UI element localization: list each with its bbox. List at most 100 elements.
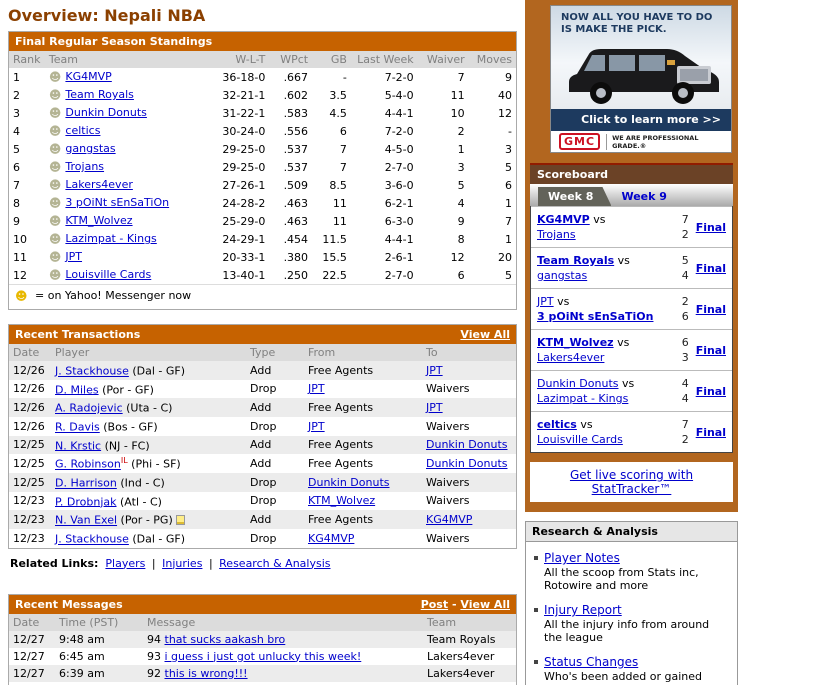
tab-week-8[interactable]: Week 8	[538, 187, 611, 206]
message-link[interactable]: i guess i just got unlucky this week!	[165, 650, 362, 663]
vs-label: vs	[617, 336, 629, 349]
to-team[interactable]: Waivers	[426, 494, 470, 507]
team-link[interactable]: KTM_Wolvez	[65, 214, 132, 227]
transaction-row: 12/25 N. Krstic (NJ - FC) Add Free Agent…	[9, 436, 516, 455]
research-item-link[interactable]: Injury Report	[544, 603, 622, 617]
player-link[interactable]: G. Robinson	[55, 458, 121, 471]
matchup-team1-link[interactable]: KTM_Wolvez	[537, 336, 614, 349]
standings-row: 11 ☻JPT 20-33-1 .380 15.5 2-6-1 12 20	[9, 248, 516, 266]
col-player: Player	[51, 344, 246, 361]
from-team[interactable]: Dunkin Donuts	[308, 476, 390, 489]
team-link[interactable]: Team Royals	[65, 88, 134, 101]
matchup-team2-link[interactable]: Louisville Cards	[537, 433, 623, 446]
player-link[interactable]: R. Davis	[55, 421, 100, 434]
from-team[interactable]: KG4MVP	[308, 532, 354, 545]
messenger-offline-icon: ☻	[49, 196, 62, 210]
related-link[interactable]: Research & Analysis	[219, 557, 330, 570]
waiver-cell: 2	[418, 122, 469, 140]
messages-view-all-link[interactable]: View All	[460, 598, 510, 611]
to-team[interactable]: KG4MVP	[426, 513, 472, 526]
matchup-team2-link[interactable]: Lakers4ever	[537, 351, 604, 364]
to-team[interactable]: Waivers	[426, 532, 470, 545]
team-link[interactable]: Lazimpat - Kings	[65, 232, 156, 245]
player-detail: (Phi - SF)	[131, 458, 181, 471]
team-link[interactable]: 3 pOiNt sEnSaTiOn	[65, 196, 169, 209]
to-team[interactable]: JPT	[426, 364, 443, 377]
stattracker-link[interactable]: Get live scoring with StatTracker™	[570, 468, 693, 496]
player-link[interactable]: D. Miles	[55, 383, 99, 396]
message-row: 12/27 9:48 am 94 that sucks aakash bro T…	[9, 631, 516, 648]
player-link[interactable]: P. Drobnjak	[55, 495, 117, 508]
team-link[interactable]: Lakers4ever	[65, 178, 132, 191]
from-team[interactable]: Free Agents	[308, 457, 373, 470]
team-link[interactable]: JPT	[65, 250, 82, 263]
player-link[interactable]: A. Radojevic	[55, 402, 123, 415]
team-link[interactable]: Trojans	[65, 160, 104, 173]
from-team[interactable]: KTM_Wolvez	[308, 494, 375, 507]
to-team[interactable]: Waivers	[426, 382, 470, 395]
final-link[interactable]: Final	[696, 344, 726, 357]
matchup-team2-link[interactable]: 3 pOiNt sEnSaTiOn	[537, 310, 653, 323]
lastweek-cell: 3-6-0	[351, 176, 418, 194]
player-link[interactable]: N. Van Exel	[55, 514, 117, 527]
related-link[interactable]: Injuries	[162, 557, 202, 570]
team-cell: ☻Team Royals	[45, 86, 213, 104]
transactions-rows: 12/26 J. Stackhouse (Dal - GF) Add Free …	[9, 361, 516, 548]
to-team[interactable]: JPT	[426, 401, 443, 414]
team-cell: ☻gangstas	[45, 140, 213, 158]
transaction-row: 12/23 N. Van Exel (Por - PG) Add Free Ag…	[9, 510, 516, 529]
wpct-cell: .250	[269, 266, 312, 284]
matchup-team1-link[interactable]: Dunkin Donuts	[537, 377, 619, 390]
player-link[interactable]: J. Stackhouse	[55, 533, 129, 546]
player-note-icon[interactable]	[176, 515, 185, 525]
from-team[interactable]: Free Agents	[308, 513, 373, 526]
from-team[interactable]: Free Agents	[308, 401, 373, 414]
matchup-team2-link[interactable]: gangstas	[537, 269, 587, 282]
ad-cta-bar[interactable]: Click to learn more >>	[551, 109, 731, 131]
to-team[interactable]: Dunkin Donuts	[426, 457, 508, 470]
research-item-link[interactable]: Status Changes	[544, 655, 638, 669]
matchup-team1-link[interactable]: KG4MVP	[537, 213, 590, 226]
transaction-row: 12/26 J. Stackhouse (Dal - GF) Add Free …	[9, 361, 516, 380]
from-team[interactable]: JPT	[308, 382, 325, 395]
research-item-link[interactable]: Player Notes	[544, 551, 620, 565]
final-link[interactable]: Final	[696, 221, 726, 234]
to-team[interactable]: Waivers	[426, 476, 470, 489]
team-link[interactable]: gangstas	[65, 142, 115, 155]
player-link[interactable]: J. Stackhouse	[55, 365, 129, 378]
player-link[interactable]: D. Harrison	[55, 477, 117, 490]
to-team[interactable]: Dunkin Donuts	[426, 438, 508, 451]
message-cell: 94 that sucks aakash bro	[143, 631, 423, 648]
related-link[interactable]: Players	[105, 557, 145, 570]
final-link[interactable]: Final	[696, 426, 726, 439]
matchup-team1-link[interactable]: celtics	[537, 418, 577, 431]
post-link[interactable]: Post	[421, 598, 448, 611]
matchup-team2-link[interactable]: Trojans	[537, 228, 576, 241]
transactions-view-all-link[interactable]: View All	[460, 328, 510, 341]
from-team[interactable]: Free Agents	[308, 364, 373, 377]
player-link[interactable]: N. Krstic	[55, 439, 101, 452]
message-link[interactable]: this is wrong!!!	[165, 667, 248, 680]
team-link[interactable]: Dunkin Donuts	[65, 106, 147, 119]
research-item-desc: All the injury info from around the leag…	[532, 618, 729, 644]
matchup-team2-link[interactable]: Lazimpat - Kings	[537, 392, 628, 405]
final-link[interactable]: Final	[696, 385, 726, 398]
team-link[interactable]: KG4MVP	[65, 70, 111, 83]
to-cell: JPT	[422, 361, 516, 380]
final-link[interactable]: Final	[696, 262, 726, 275]
matchup-team1-link[interactable]: JPT	[537, 295, 554, 308]
to-team[interactable]: Waivers	[426, 420, 470, 433]
from-team[interactable]: JPT	[308, 420, 325, 433]
matchup-team1-link[interactable]: Team Royals	[537, 254, 614, 267]
research-items: Player Notes All the scoop from Stats in…	[532, 551, 729, 685]
tab-week-9[interactable]: Week 9	[611, 187, 678, 206]
message-link[interactable]: that sucks aakash bro	[165, 633, 286, 646]
scoreboard-header: Scoreboard	[530, 163, 733, 184]
transaction-row: 12/25 D. Harrison (Ind - C) Drop Dunkin …	[9, 473, 516, 492]
gmc-ad-banner[interactable]: NOW ALL YOU HAVE TO DO IS MAKE THE PICK.	[550, 5, 732, 153]
from-team[interactable]: Free Agents	[308, 438, 373, 451]
final-link[interactable]: Final	[696, 303, 726, 316]
team-link[interactable]: Louisville Cards	[65, 268, 151, 281]
team-link[interactable]: celtics	[65, 124, 100, 137]
col-date: Date	[9, 614, 55, 631]
